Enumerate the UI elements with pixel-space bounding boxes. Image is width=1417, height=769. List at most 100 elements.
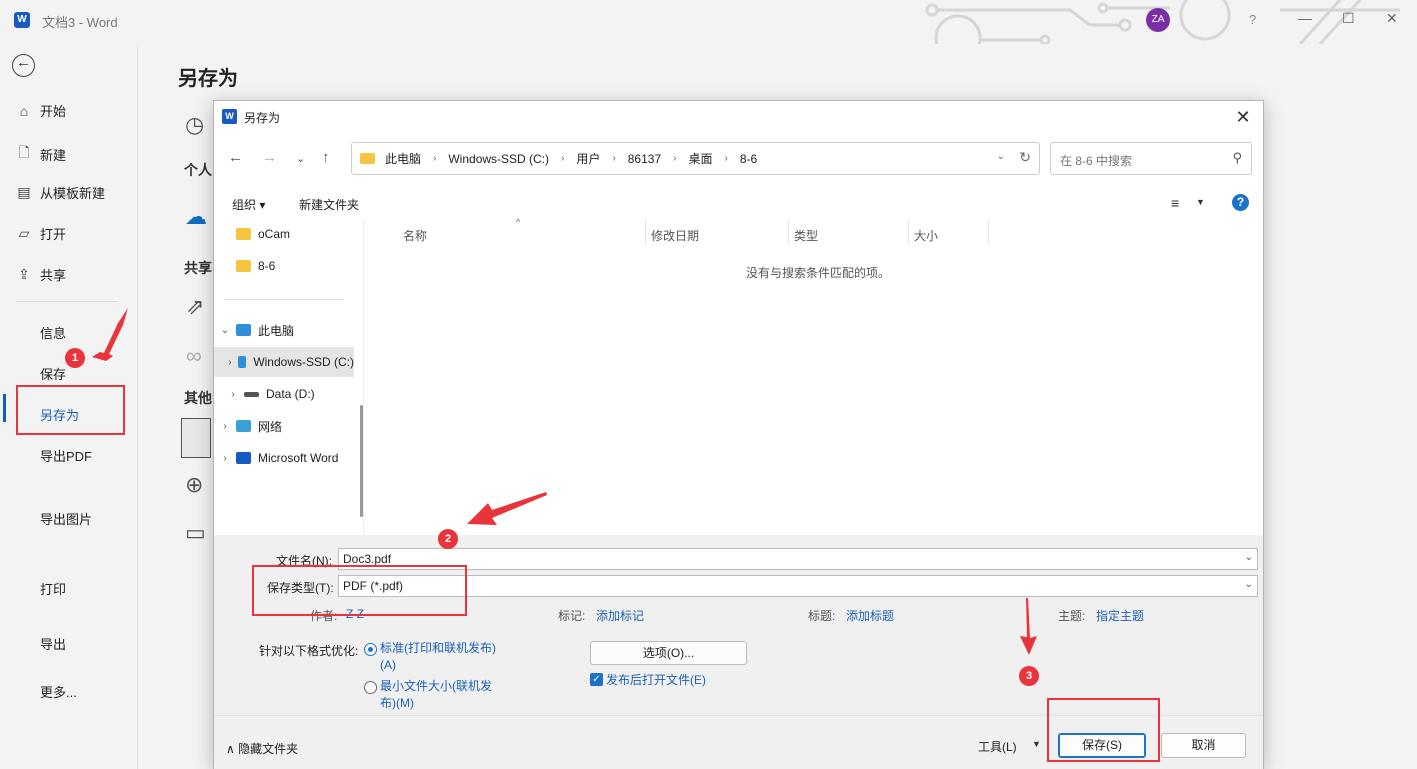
chevron-right-icon[interactable]: › (222, 389, 244, 400)
recent-locations-icon[interactable]: ⌄ (296, 152, 305, 165)
refresh-icon[interactable]: ↻ (1019, 149, 1031, 166)
nav-new[interactable]: 🗋 新建 (16, 142, 66, 166)
breadcrumb-users[interactable]: 用户 (576, 150, 600, 167)
annotation-box-save (1047, 698, 1160, 762)
help-icon[interactable]: ? (1249, 12, 1256, 27)
chevron-right-icon[interactable]: › (214, 453, 236, 464)
optimize-label: 针对以下格式优化: (259, 644, 359, 658)
breadcrumb-user[interactable]: 86137 (628, 152, 661, 166)
column-divider[interactable] (645, 219, 646, 245)
hide-folders-label: 隐藏文件夹 (238, 742, 299, 756)
open-after-checkbox[interactable]: ✓ (590, 673, 603, 686)
word-logo-icon: W (222, 109, 237, 124)
nav-open[interactable]: ▱ 打开 (16, 224, 66, 243)
recent-clock-icon[interactable]: ◷ (185, 112, 204, 138)
chevron-down-icon[interactable]: ⌄ (997, 151, 1005, 162)
column-divider[interactable] (788, 219, 789, 245)
active-indicator (3, 394, 6, 422)
organize-button[interactable]: 组织 ▾ (232, 196, 265, 213)
save-as-dialog: W 另存为 ✕ ← → ⌄ ↑ 此电脑 › Windows-SSD (C:) ›… (213, 100, 1264, 769)
radio-standard-label-2[interactable]: (A) (380, 657, 396, 674)
dialog-close-icon[interactable]: ✕ (1231, 105, 1255, 129)
back-icon[interactable]: ← (228, 149, 243, 166)
filename-input[interactable]: Doc3.pdf ⌄ (338, 548, 1258, 570)
shared-location-icon[interactable]: ⇗ (186, 294, 204, 320)
minimize-icon[interactable]: — (1298, 10, 1312, 26)
new-folder-button[interactable]: 新建文件夹 (299, 196, 359, 213)
nav-export-image[interactable]: 导出图片 (40, 509, 92, 528)
cancel-button[interactable]: 取消 (1161, 733, 1246, 758)
this-pc-icon[interactable] (181, 418, 211, 458)
add-title-link[interactable]: 添加标题 (846, 607, 894, 624)
breadcrumb-desktop[interactable]: 桌面 (688, 150, 712, 167)
address-bar[interactable]: 此电脑 › Windows-SSD (C:) › 用户 › 86137 › 桌面… (351, 142, 1040, 175)
open-folder-icon: ▱ (18, 225, 30, 241)
column-modified[interactable]: 修改日期 (651, 227, 699, 244)
maximize-icon[interactable]: ☐ (1342, 10, 1355, 27)
up-icon[interactable]: ↑ (322, 149, 330, 166)
link-icon[interactable]: ∞ (186, 343, 202, 369)
column-divider[interactable] (908, 219, 909, 245)
tree-item-d-drive[interactable]: › Data (D:) (214, 379, 354, 409)
view-list-icon[interactable]: ≡ (1171, 195, 1179, 211)
tree-item-this-pc[interactable]: ⌄ 此电脑 (214, 315, 354, 345)
chevron-down-icon[interactable]: ⌄ (1245, 579, 1253, 590)
view-dropdown-icon[interactable]: ▼ (1196, 197, 1205, 207)
tree-item-c-drive[interactable]: › Windows-SSD (C:) (214, 347, 354, 377)
title-bar: W 文档3 - Word ZA ? — ☐ ✕ (0, 0, 1417, 44)
nav-template[interactable]: ▤ 从模板新建 (16, 183, 105, 202)
search-input[interactable]: 在 8-6 中搜索 ⚲ (1050, 142, 1252, 175)
tools-dropdown-icon[interactable]: ▼ (1032, 739, 1041, 749)
radio-minimum-label-2[interactable]: 布)(M) (380, 695, 414, 712)
tree-item-8-6[interactable]: 8-6 (214, 251, 354, 281)
forward-icon[interactable]: → (262, 149, 277, 166)
tree-item-word[interactable]: › Microsoft Word (214, 443, 354, 473)
open-after-label[interactable]: 发布后打开文件(E) (606, 671, 706, 688)
nav-save[interactable]: 保存 (40, 364, 66, 383)
nav-info[interactable]: 信息 (40, 323, 66, 342)
column-divider[interactable] (988, 219, 989, 245)
filetype-select[interactable]: PDF (*.pdf) ⌄ (338, 575, 1258, 597)
browse-folder-icon[interactable]: ▭ (185, 520, 206, 546)
onedrive-icon[interactable]: ☁ (185, 204, 207, 230)
nav-share-label: 共享 (40, 268, 67, 283)
nav-more[interactable]: 更多... (40, 682, 77, 701)
drive-icon (244, 391, 259, 397)
add-tags-link[interactable]: 添加标记 (596, 607, 644, 624)
nav-export-pdf[interactable]: 导出PDF (40, 446, 92, 465)
breadcrumb-pc[interactable]: 此电脑 (385, 150, 421, 167)
options-button[interactable]: 选项(O)... (590, 641, 747, 665)
add-location-icon[interactable]: ⊕ (185, 472, 203, 498)
tree-scrollbar[interactable] (360, 405, 363, 517)
column-name[interactable]: 名称 (403, 227, 427, 244)
breadcrumb-folder[interactable]: 8-6 (740, 152, 757, 166)
breadcrumb-drive[interactable]: Windows-SSD (C:) (448, 152, 549, 166)
help-icon[interactable]: ? (1232, 194, 1249, 211)
column-size[interactable]: 大小 (914, 227, 938, 244)
chevron-right-icon[interactable]: › (222, 357, 238, 368)
tools-button[interactable]: 工具(L) (978, 738, 1017, 755)
tree-item-ocam[interactable]: oCam (214, 219, 354, 249)
computer-icon (236, 324, 251, 336)
back-arrow-icon[interactable] (12, 54, 35, 77)
nav-print[interactable]: 打印 (40, 579, 66, 598)
nav-share[interactable]: ⇪ 共享 (16, 265, 66, 284)
hide-folders-button[interactable]: ∧ 隐藏文件夹 (226, 740, 298, 757)
radio-minimum[interactable] (364, 681, 377, 694)
close-window-icon[interactable]: ✕ (1386, 10, 1398, 27)
chevron-right-icon[interactable]: › (214, 421, 236, 432)
radio-minimum-label[interactable]: 最小文件大小(联机发 (380, 678, 492, 695)
nav-home[interactable]: ⌂ 开始 (16, 101, 66, 120)
specify-subject-link[interactable]: 指定主题 (1096, 607, 1144, 624)
nav-export[interactable]: 导出 (40, 634, 66, 653)
chevron-down-icon[interactable]: ⌄ (1245, 552, 1253, 563)
share-icon: ⇪ (18, 266, 30, 282)
radio-standard-label[interactable]: 标准(打印和联机发布) (380, 640, 496, 657)
annotation-number: 3 (1019, 666, 1039, 686)
radio-standard[interactable] (364, 643, 377, 656)
user-avatar[interactable]: ZA (1146, 8, 1170, 32)
tree-item-network[interactable]: › 网络 (214, 411, 354, 441)
column-type[interactable]: 类型 (794, 227, 818, 244)
file-list: ^ 名称 修改日期 类型 大小 没有与搜索条件匹配的项。 (370, 217, 1263, 535)
chevron-down-icon[interactable]: ⌄ (214, 325, 236, 336)
